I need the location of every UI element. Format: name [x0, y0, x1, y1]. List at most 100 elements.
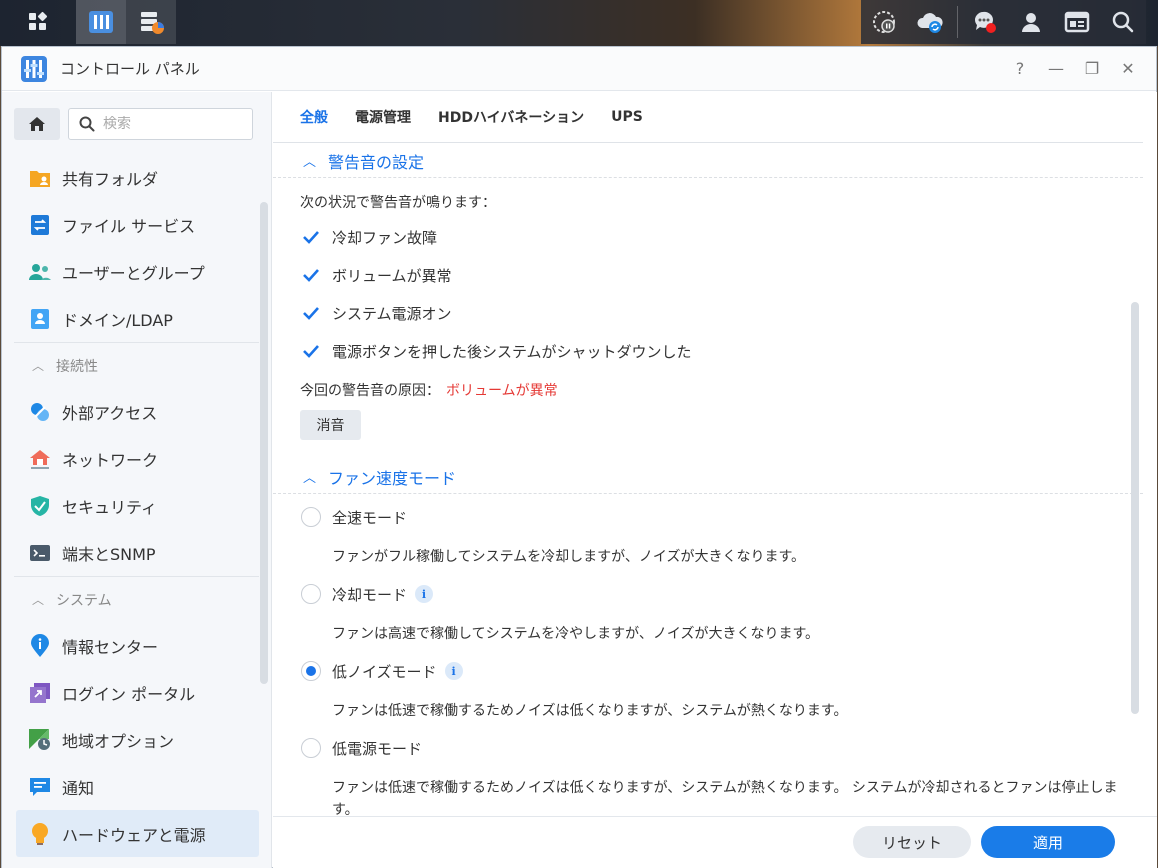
sidebar-item-label: ファイル サービス [62, 216, 196, 236]
search-icon [79, 116, 95, 132]
cause-label: 今回の警告音の原因： [300, 383, 440, 399]
control-panel-icon [89, 11, 113, 33]
tab-ups[interactable]: UPS [611, 92, 643, 143]
sidebar-group-system[interactable]: ︿ システム [14, 576, 259, 622]
apply-button[interactable]: 適用 [981, 826, 1115, 858]
help-button[interactable]: ? [1002, 54, 1038, 84]
radio-button-selected[interactable] [301, 661, 321, 681]
lightbulb-icon [28, 822, 52, 846]
search-input[interactable] [103, 116, 243, 132]
close-button[interactable]: ✕ [1110, 54, 1146, 84]
title-bar[interactable]: コントロール パネル ? — ❐ ✕ [2, 47, 1156, 91]
user-icon [1022, 13, 1040, 32]
sidebar-item-file-services[interactable]: ファイル サービス [2, 201, 259, 248]
user-button[interactable] [1008, 0, 1054, 44]
checkbox-checked[interactable] [301, 341, 321, 361]
sidebar-item-external-access[interactable]: 外部アクセス [2, 388, 259, 435]
sidebar-item-terminal-snmp[interactable]: 端末とSNMP [2, 529, 259, 576]
chevron-up-icon: ︿ [32, 359, 45, 373]
tab-power-management[interactable]: 電源管理 [355, 92, 411, 143]
shield-icon [28, 494, 52, 518]
cloud-sync-button[interactable] [907, 0, 953, 44]
storage-manager-icon [141, 12, 164, 34]
radio-label: 全速モード [332, 508, 408, 527]
restore-button[interactable]: ❐ [1074, 54, 1110, 84]
radio-full-speed[interactable]: 全速モード [273, 498, 1143, 536]
login-portal-icon [28, 681, 52, 705]
sidebar-item-security[interactable]: セキュリティ [2, 482, 259, 529]
sidebar-scrollbar[interactable] [260, 202, 268, 684]
sidebar-item-network[interactable]: ネットワーク [2, 435, 259, 482]
main-panel: 全般 電源管理 HDDハイバネーション UPS ︿ 警告音の設定 次の状況で警告… [273, 92, 1157, 868]
radio-button[interactable] [301, 584, 321, 604]
checkbox-row[interactable]: 電源ボタンを押した後システムがシャットダウンした [273, 332, 1143, 370]
notifications-button[interactable] [962, 0, 1008, 44]
regional-icon [28, 728, 52, 752]
radio-low-power[interactable]: 低電源モード [273, 729, 1143, 767]
radio-description: ファンは低速で稼働するためノイズは低くなりますが、システムが熱くなります。 [332, 702, 848, 719]
taskbar-storage-manager[interactable] [126, 0, 176, 44]
sidebar-item-label: ユーザーとグループ [62, 263, 205, 283]
sidebar-group-connectivity[interactable]: ︿ 接続性 [14, 342, 259, 388]
external-access-icon [28, 400, 52, 424]
sidebar-item-label: 通知 [62, 778, 95, 798]
tab-hdd-hibernation[interactable]: HDDハイバネーション [438, 92, 584, 143]
home-icon [29, 117, 45, 131]
beep-cause: 今回の警告音の原因： ボリュームが異常 [273, 370, 1143, 410]
reset-button[interactable]: リセット [853, 826, 971, 858]
sidebar-item-label: セキュリティ [62, 497, 158, 517]
checkbox-checked[interactable] [301, 227, 321, 247]
network-icon [28, 447, 52, 471]
radio-description: ファンは高速で稼働してシステムを冷やしますが、ノイズが大きくなります。 [332, 625, 820, 642]
checkbox-checked[interactable] [301, 265, 321, 285]
sidebar-item-label: ハードウェアと電源 [62, 825, 206, 845]
sidebar-item-users-groups[interactable]: ユーザーとグループ [2, 248, 259, 295]
radio-button[interactable] [301, 507, 321, 527]
resource-monitor-button[interactable] [861, 0, 907, 44]
sidebar-item-shared-folder[interactable]: 共有フォルダ [2, 154, 259, 201]
checkbox-row[interactable]: ボリュームが異常 [273, 256, 1143, 294]
radio-label: 冷却モード [332, 585, 408, 604]
sidebar-item-label: 共有フォルダ [62, 169, 159, 189]
sidebar-item-login-portal[interactable]: ログイン ポータル [2, 669, 259, 716]
sidebar-item-regional-options[interactable]: 地域オプション [2, 716, 259, 763]
home-button[interactable] [14, 108, 60, 140]
sidebar-item-hardware-power[interactable]: ハードウェアと電源 [16, 810, 259, 857]
domain-icon [28, 307, 52, 331]
content-scrollbar[interactable] [1131, 302, 1139, 714]
radio-label: 低ノイズモード [332, 662, 437, 681]
tab-general[interactable]: 全般 [300, 92, 328, 143]
mute-button[interactable]: 消音 [300, 410, 361, 440]
beep-description: 次の状況で警告音が鳴ります： [300, 195, 496, 211]
widget-icon [1064, 11, 1090, 33]
search-icon [1112, 11, 1134, 33]
info-center-icon [28, 633, 52, 658]
checkbox-row[interactable]: システム電源オン [273, 294, 1143, 332]
sidebar-item-notification[interactable]: 通知 [2, 763, 259, 810]
pause-spinner-icon [873, 11, 895, 33]
widgets-button[interactable] [1054, 0, 1100, 44]
sidebar-item-label: ドメイン/LDAP [62, 310, 173, 330]
radio-quiet-mode[interactable]: 低ノイズモード i [273, 652, 1143, 690]
sidebar-item-info-center[interactable]: 情報センター [2, 622, 259, 669]
checkbox-row[interactable]: 冷却ファン故障 [273, 218, 1143, 256]
checkbox-label: 電源ボタンを押した後システムがシャットダウンした [332, 342, 692, 361]
beep-section-header[interactable]: ︿ 警告音の設定 [273, 144, 1143, 178]
info-icon[interactable]: i [415, 585, 434, 603]
checkbox-label: システム電源オン [332, 304, 452, 323]
minimize-button[interactable]: — [1038, 54, 1074, 84]
taskbar-control-panel[interactable] [76, 0, 126, 44]
fan-section-header[interactable]: ︿ ファン速度モード [273, 460, 1143, 494]
main-menu-button[interactable] [14, 0, 62, 44]
radio-cool-mode[interactable]: 冷却モード i [273, 575, 1143, 613]
checkbox-checked[interactable] [301, 303, 321, 323]
info-icon[interactable]: i [444, 662, 463, 680]
search-button[interactable] [1100, 0, 1146, 44]
cause-value: ボリュームが異常 [446, 383, 558, 399]
radio-description: ファンがフル稼働してシステムを冷却しますが、ノイズが大きくなります。 [332, 548, 806, 565]
section-title: 警告音の設定 [328, 152, 425, 172]
search-field[interactable] [68, 108, 253, 140]
sidebar-item-domain-ldap[interactable]: ドメイン/LDAP [2, 295, 259, 342]
radio-button[interactable] [301, 738, 321, 758]
sidebar-item-label: 端末とSNMP [62, 544, 156, 564]
